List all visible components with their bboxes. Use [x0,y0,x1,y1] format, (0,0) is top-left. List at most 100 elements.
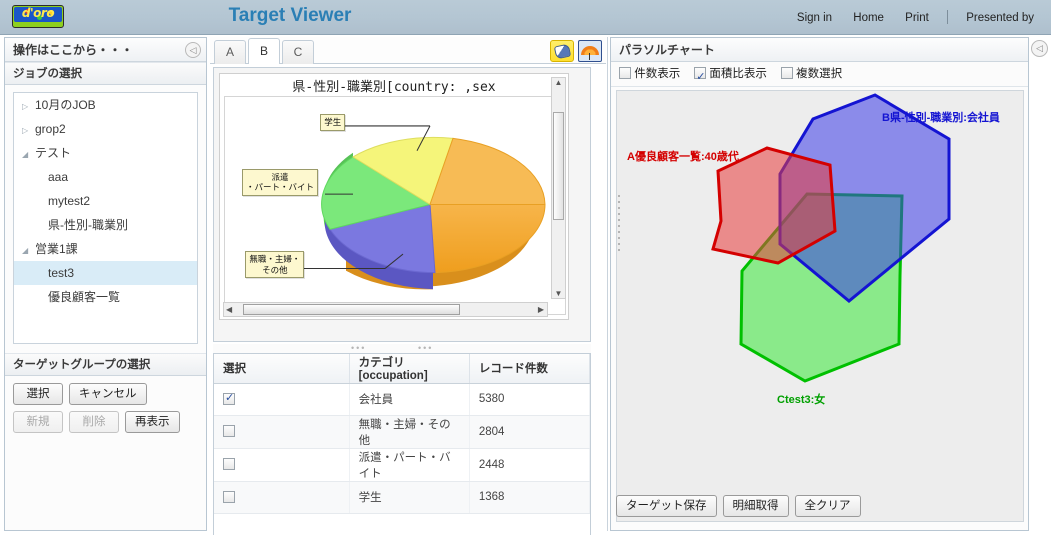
tab-b[interactable]: B [248,38,280,64]
venn-label-c: Ctest3:女 [777,394,826,406]
checkbox-box[interactable] [694,65,707,90]
tree-item-label: test3 [48,266,75,280]
job-tree[interactable]: ▷ 10月のJOB ▷ grop2 ◢ テスト aaa mytest2 県-性別-職業別 ◢ 営業1… [13,92,198,344]
checkbox-label: 件数表示 [631,68,681,80]
category-table: 選択 カテゴリ[occupation] レコード件数 会社員5380無職・主婦・… [214,354,590,514]
pie-chart-panel: 県-性別-職業別[country: ,sex 学生 派遣 ・パート・バイト 無職… [213,67,591,342]
sidebar-button-1[interactable]: キャンセル [69,383,147,405]
tree-expand-icon[interactable]: ◢ [22,143,35,167]
tree-item[interactable]: aaa [14,165,197,189]
chart-vscroll-thumb[interactable] [553,112,564,220]
job-section-title: ジョブの選択 [5,62,206,85]
tree-expand-icon[interactable]: ▷ [22,95,35,119]
tree-item[interactable]: test3 [14,261,197,285]
table-row[interactable]: 会社員5380 [214,383,590,416]
table-header-row: 選択 カテゴリ[occupation] レコード件数 [214,354,590,384]
eraser-glyph [553,43,572,60]
parasol-button-0[interactable]: ターゲット保存 [616,495,717,517]
scroll-down-icon[interactable]: ▼ [552,289,565,298]
cell-category: 派遣・パート・バイト [349,448,470,482]
cell-select [214,481,350,514]
row-checkbox[interactable] [223,425,235,437]
nav-print[interactable]: Print [905,12,929,24]
tree-item-label: grop2 [35,122,66,136]
logo-text: d'oro [21,6,55,20]
target-group-buttons: 選択 キャンセル 新規 削除 再表示 [5,376,206,439]
tab-bar: A B C [210,37,606,64]
venn-label-a: A優良顧客一覧:40歳代 [627,151,739,163]
panel-splitter[interactable]: ••• ••• [213,344,591,353]
tree-item[interactable]: 県-性別-職業別 [14,213,197,237]
parasol-venn-diagram[interactable]: A優良顧客一覧:40歳代 B県-性別-職業別:会社員 Ctest3:女 [616,90,1024,522]
tree-item[interactable]: 優良顧客一覧 [14,285,197,309]
venn-label-b: B県-性別-職業別:会社員 [882,112,1000,124]
tree-item[interactable]: mytest2 [14,189,197,213]
sidebar-button-0[interactable]: 選択 [13,383,63,405]
tree-expand-icon[interactable]: ◢ [22,239,35,263]
parasol-icon[interactable] [578,40,602,62]
tree-item-label: mytest2 [48,194,91,208]
parasol-action-buttons: ターゲット保存 明細取得 全クリア [616,495,867,523]
pie-callout-unemployed: 無職・主婦・ その他 [245,251,305,279]
cell-category: 学生 [349,481,470,514]
parasol-button-2[interactable]: 全クリア [794,495,861,517]
tree-item-label: 10月のJOB [35,98,96,112]
parasol-button-1[interactable]: 明細取得 [722,495,789,517]
sidebar-collapse-icon[interactable]: ◁ [185,42,201,58]
right-panel-collapse-icon[interactable]: ◁ [1031,40,1048,57]
eraser-icon[interactable] [550,40,574,62]
chart-vertical-scrollbar[interactable]: ▲ ▼ [551,77,566,299]
row-checkbox[interactable] [223,490,235,503]
cell-select [214,448,350,482]
parasol-checkbox-2[interactable]: 複数選択 [780,67,842,80]
tree-item-label: aaa [48,170,69,184]
parasol-checkbox-0[interactable]: 件数表示 [619,67,681,80]
tree-item[interactable]: ◢ 営業1課 [14,237,197,261]
cell-category: 無職・主婦・その他 [349,415,470,449]
left-sidebar: 操作はここから・・・ ◁ ジョブの選択 ▷ 10月のJOB ▷ grop2 ◢ テスト aa… [4,37,207,531]
cell-count: 1368 [469,481,590,514]
parasol-dome [581,46,599,55]
tree-item[interactable]: ◢ テスト [14,141,197,165]
chart-horizontal-scrollbar[interactable]: ◀ ▶ [223,302,548,317]
table-row[interactable]: 学生 1368 [214,481,590,514]
tree-item[interactable]: ▷ 10月のJOB [14,93,197,117]
table-row[interactable]: 無職・主婦・その他 2804 [214,415,590,449]
chart-hscroll-thumb[interactable] [243,304,460,315]
row-checkbox[interactable] [223,458,235,470]
cell-count: 2804 [469,415,590,449]
nav-sign-in[interactable]: Sign in [797,12,832,24]
sidebar-button-3: 削除 [69,411,119,433]
target-group-title: ターゲットグループの選択 [5,353,206,376]
tree-item-label: 営業1課 [35,242,78,256]
tab-c[interactable]: C [282,40,314,64]
splitter-grip-left: ••• [351,343,367,353]
scroll-left-icon[interactable]: ◀ [226,303,232,316]
row-checkbox[interactable] [223,391,235,405]
splitter-grip-right: ••• [418,343,434,353]
parasol-options-row: 件数表示 面積比表示 複数選択 [611,62,1028,90]
scroll-up-icon[interactable]: ▲ [552,78,565,87]
tab-a[interactable]: A [214,40,246,64]
cell-select [214,383,350,416]
parasol-chart-title: パラソルチャート [619,43,715,57]
panel-divider [607,37,608,531]
parasol-checkbox-1[interactable]: 面積比表示 [694,65,767,90]
tree-expand-icon[interactable]: ▷ [22,119,35,143]
scroll-right-icon[interactable]: ▶ [538,303,544,316]
pie-chart-title: 県-性別-職業別[country: ,sex [292,80,496,95]
table-row[interactable]: 派遣・パート・バイト 2448 [214,448,590,482]
tree-item-label: 優良顧客一覧 [48,290,121,304]
cell-count: 2448 [469,448,590,482]
tree-item-label: テスト [35,146,72,160]
pie-svg [277,125,546,290]
sidebar-button-4[interactable]: 再表示 [125,411,180,433]
checkbox-box[interactable] [780,67,793,79]
pie-callout-parttime: 派遣 ・パート・バイト [242,168,319,196]
checkbox-box[interactable] [619,67,631,79]
pie-chart-canvas: 県-性別-職業別[country: ,sex 学生 派遣 ・パート・バイト 無職… [219,73,569,320]
tree-item[interactable]: ▷ grop2 [14,117,197,141]
nav-divider [947,10,949,24]
nav-home[interactable]: Home [853,12,884,24]
col-category: カテゴリ[occupation] [349,354,470,384]
